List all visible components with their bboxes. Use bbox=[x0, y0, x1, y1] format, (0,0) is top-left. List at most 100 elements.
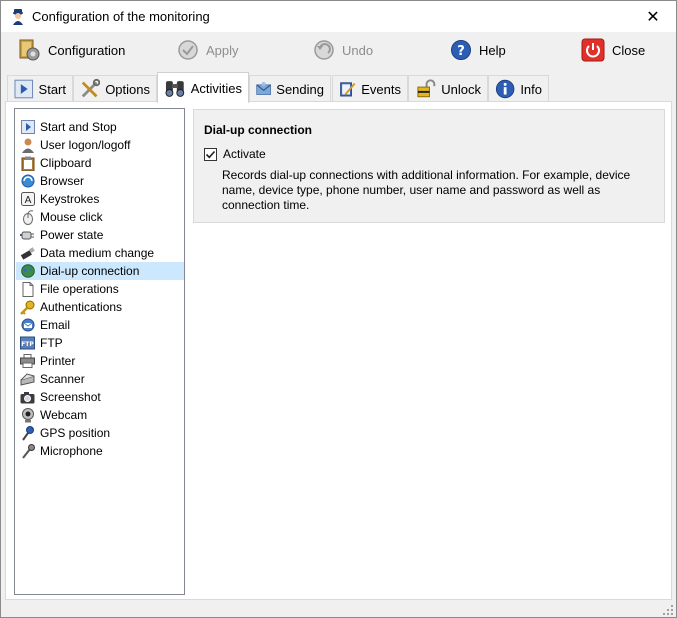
tab-start[interactable]: Start bbox=[7, 75, 73, 102]
list-item-label: Microphone bbox=[40, 444, 103, 458]
list-item-scanner[interactable]: Scanner bbox=[16, 370, 184, 388]
apply-label: Apply bbox=[206, 42, 239, 58]
globe-icon bbox=[20, 264, 35, 279]
toolbar: Configuration Apply Undo ? Help Close bbox=[1, 32, 676, 68]
list-item-label: Screenshot bbox=[40, 390, 101, 404]
help-button[interactable]: ? Help bbox=[450, 36, 506, 64]
list-item-label: Dial-up connection bbox=[40, 264, 140, 278]
clipboard-icon bbox=[20, 156, 35, 171]
list-item-label: Printer bbox=[40, 354, 76, 368]
activate-checkbox[interactable] bbox=[204, 147, 217, 161]
list-item-label: Keystrokes bbox=[40, 192, 100, 206]
tools-icon bbox=[81, 78, 101, 98]
list-item-data-medium-change[interactable]: Data medium change bbox=[16, 244, 184, 262]
apply-icon bbox=[178, 40, 198, 60]
list-item-label: User logon/logoff bbox=[40, 138, 131, 152]
apply-button[interactable]: Apply bbox=[177, 36, 239, 64]
tab-events-label: Events bbox=[361, 81, 401, 97]
svg-text:FTP: FTP bbox=[21, 341, 34, 348]
list-item-email[interactable]: Email bbox=[16, 316, 184, 334]
close-button[interactable]: Close bbox=[581, 36, 645, 64]
list-item-file-operations[interactable]: File operations bbox=[16, 280, 184, 298]
detail-group: Dial-up connection Activate Records dial… bbox=[193, 109, 665, 223]
activate-label: Activate bbox=[223, 147, 266, 161]
tab-unlock-label: Unlock bbox=[441, 81, 481, 97]
gps-pin-icon bbox=[20, 425, 35, 441]
camera-icon bbox=[20, 390, 35, 405]
close-label: Close bbox=[612, 42, 646, 58]
list-item-label: Data medium change bbox=[40, 246, 155, 260]
user-icon bbox=[20, 138, 35, 153]
microphone-icon bbox=[20, 443, 35, 459]
list-item-label: Start and Stop bbox=[40, 120, 117, 134]
tab-sending-label: Sending bbox=[276, 81, 324, 97]
list-item-browser[interactable]: Browser bbox=[16, 172, 184, 190]
tab-options[interactable]: Options bbox=[73, 75, 157, 102]
tab-unlock[interactable]: Unlock bbox=[408, 75, 488, 102]
padlock-icon bbox=[417, 79, 436, 98]
notepad-icon bbox=[340, 82, 356, 97]
list-item-label: Webcam bbox=[40, 408, 88, 422]
undo-button[interactable]: Undo bbox=[313, 36, 373, 64]
list-item-user-logon[interactable]: User logon/logoff bbox=[16, 136, 184, 154]
list-item-microphone[interactable]: Microphone bbox=[16, 442, 184, 460]
svg-text:?: ? bbox=[457, 44, 465, 59]
activities-panel: Start and Stop User logon/logoff Clipboa… bbox=[5, 101, 672, 600]
title-bar: Configuration of the monitoring ✕ bbox=[1, 1, 676, 32]
email-icon bbox=[20, 318, 35, 333]
list-item-label: Authentications bbox=[40, 300, 123, 314]
window-title: Configuration of the monitoring bbox=[32, 9, 210, 24]
list-item-gps-position[interactable]: GPS position bbox=[16, 424, 184, 442]
detail-title: Dial-up connection bbox=[204, 123, 312, 137]
list-item-dial-up-connection[interactable]: Dial-up connection bbox=[16, 262, 184, 280]
tab-sending[interactable]: Sending bbox=[249, 75, 331, 102]
list-item-keystrokes[interactable]: A Keystrokes bbox=[16, 190, 184, 208]
ftp-icon: FTP bbox=[20, 336, 35, 351]
list-item-power-state[interactable]: Power state bbox=[16, 226, 184, 244]
info-icon bbox=[495, 79, 515, 99]
list-item-label: Browser bbox=[40, 174, 85, 188]
list-item-printer[interactable]: Printer bbox=[16, 352, 184, 370]
tab-info[interactable]: Info bbox=[488, 75, 549, 102]
file-icon bbox=[20, 281, 35, 297]
configuration-icon bbox=[19, 39, 40, 61]
tab-events[interactable]: Events bbox=[332, 75, 408, 102]
usb-drive-icon bbox=[20, 246, 35, 261]
list-item-label: FTP bbox=[40, 336, 63, 350]
list-item-label: Power state bbox=[40, 228, 104, 242]
status-bar bbox=[1, 602, 676, 618]
list-item-label: Email bbox=[40, 318, 71, 332]
undo-icon bbox=[314, 40, 334, 60]
browser-icon bbox=[20, 174, 35, 189]
help-icon: ? bbox=[451, 40, 471, 60]
list-item-screenshot[interactable]: Screenshot bbox=[16, 388, 184, 406]
window-close-button[interactable]: ✕ bbox=[630, 1, 676, 32]
play-icon bbox=[14, 79, 34, 99]
key-icon: A bbox=[20, 192, 35, 207]
tab-info-label: Info bbox=[520, 81, 542, 97]
list-item-authentications[interactable]: Authentications bbox=[16, 298, 184, 316]
play-icon bbox=[20, 120, 35, 135]
configuration-button[interactable]: Configuration bbox=[17, 36, 125, 64]
list-item-label: Clipboard bbox=[40, 156, 92, 170]
printer-icon bbox=[20, 354, 35, 369]
list-item-mouse-click[interactable]: Mouse click bbox=[16, 208, 184, 226]
mail-icon bbox=[256, 82, 271, 95]
list-item-webcam[interactable]: Webcam bbox=[16, 406, 184, 424]
scanner-icon bbox=[20, 372, 35, 387]
activities-list[interactable]: Start and Stop User logon/logoff Clipboa… bbox=[14, 108, 185, 595]
detail-description: Records dial-up connections with additio… bbox=[222, 168, 631, 212]
resize-grip-icon[interactable] bbox=[662, 604, 674, 616]
activate-checkbox-row[interactable]: Activate bbox=[204, 147, 266, 161]
key-gold-icon bbox=[20, 300, 35, 315]
list-item-label: Scanner bbox=[40, 372, 85, 386]
webcam-icon bbox=[20, 407, 35, 423]
list-item-ftp[interactable]: FTP FTP bbox=[16, 334, 184, 352]
list-item-clipboard[interactable]: Clipboard bbox=[16, 154, 184, 172]
power-plug-icon bbox=[20, 228, 35, 243]
main-window: Configuration of the monitoring ✕ Config… bbox=[0, 0, 677, 618]
list-item-start-and-stop[interactable]: Start and Stop bbox=[16, 118, 184, 136]
undo-label: Undo bbox=[342, 42, 374, 58]
tab-activities[interactable]: Activities bbox=[157, 72, 249, 103]
checkmark-icon bbox=[205, 150, 216, 158]
